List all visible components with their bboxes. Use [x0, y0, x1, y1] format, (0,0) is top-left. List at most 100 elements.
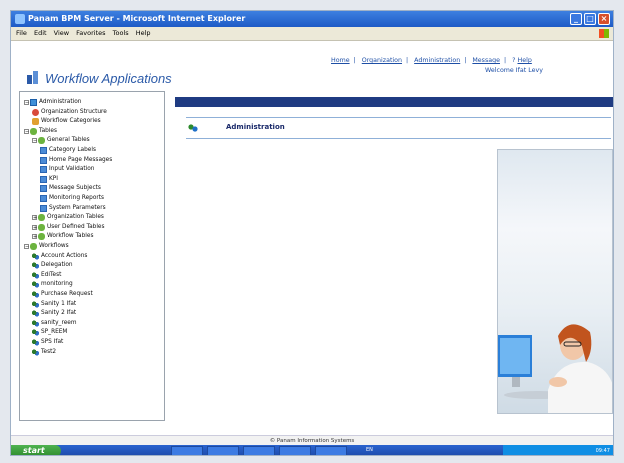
window-title: Panam BPM Server - Microsoft Internet Ex…	[28, 14, 246, 23]
tree-node[interactable]: Message Subjects	[40, 184, 101, 193]
tree-node[interactable]: KPI	[40, 175, 58, 184]
tree-node[interactable]: SPS Ifat	[32, 338, 63, 347]
tree-node[interactable]: − Tables	[24, 127, 57, 136]
menu-tools[interactable]: Tools	[113, 29, 129, 37]
menu-help[interactable]: Help	[136, 29, 151, 37]
woman-with-monitor-image	[498, 324, 612, 413]
tree-node-label: Delegation	[41, 262, 73, 269]
tree-node[interactable]: sanity_reem	[32, 319, 77, 328]
app-name: Workflow Applications	[45, 71, 172, 86]
folder-icon	[30, 127, 37, 135]
tree-node[interactable]: Test2	[32, 348, 56, 357]
home-link[interactable]: Home	[331, 57, 350, 64]
organization-link[interactable]: Organization	[362, 57, 402, 64]
folder-icon	[38, 214, 45, 222]
tree-node-label: Sanity 1 Ifat	[41, 300, 77, 307]
workflow-icon	[32, 300, 39, 308]
tree-node[interactable]: System Parameters	[40, 204, 106, 213]
section-title: Administration	[226, 123, 285, 131]
taskbar-item[interactable]	[207, 446, 239, 455]
tree-node[interactable]: Category Labels	[40, 146, 96, 155]
administration-link[interactable]: Administration	[414, 57, 460, 64]
tree-node-label: Account Actions	[41, 252, 88, 259]
clock: 09:47	[595, 448, 610, 454]
tree-node[interactable]: + User Defined Tables	[32, 223, 105, 232]
workflow-icon	[32, 271, 39, 279]
tree-node[interactable]: + Workflow Tables	[32, 232, 93, 241]
header-bar	[175, 97, 613, 107]
help-icon: ?	[512, 57, 516, 64]
tree-node[interactable]: − General Tables	[32, 136, 90, 145]
tree-node[interactable]: − Administration	[24, 98, 81, 107]
start-button[interactable]: start	[11, 445, 61, 455]
tree-node-label: Tables	[39, 127, 58, 134]
workflow-icon	[32, 339, 39, 346]
taskbar-item[interactable]	[243, 446, 275, 455]
taskbar-item[interactable]	[315, 446, 347, 455]
tree-node[interactable]: Purchase Request	[32, 290, 93, 299]
menu-edit[interactable]: Edit	[34, 29, 47, 37]
expand-icon[interactable]: +	[32, 234, 37, 240]
tree-node[interactable]: + Organization Tables	[32, 213, 104, 222]
tree-node[interactable]: SP_REEM	[32, 328, 67, 337]
maximize-button[interactable]: □	[584, 13, 596, 25]
tree-node[interactable]: Home Page Messages	[40, 156, 112, 165]
language-indicator[interactable]: EN	[363, 446, 385, 455]
tree-node[interactable]: EdiTest	[32, 271, 61, 280]
tree-node[interactable]: Sanity 2 Ifat	[32, 309, 76, 318]
system-tray: 09:47	[503, 445, 613, 455]
tree-node-label: KPI	[49, 175, 59, 182]
tree-node-label: Input Validation	[49, 166, 95, 173]
tree-node[interactable]: Delegation	[32, 261, 73, 270]
folder-icon	[30, 243, 37, 250]
tree-node-label: General Tables	[47, 137, 90, 144]
tree-node-label: Administration	[39, 99, 82, 105]
tree-node-label: User Defined Tables	[47, 223, 105, 230]
tree-node-label: Home Page Messages	[49, 156, 113, 163]
menu-favorites[interactable]: Favorites	[76, 29, 105, 37]
minimize-button[interactable]: _	[570, 13, 582, 25]
table-icon	[40, 185, 47, 193]
menu-file[interactable]: File	[16, 29, 27, 37]
window-controls: _ □ ×	[570, 13, 610, 25]
menu-view[interactable]: View	[54, 29, 69, 37]
workflow-icon	[32, 329, 39, 337]
tree-node-label: Purchase Request	[41, 291, 93, 297]
collapse-icon[interactable]: −	[24, 128, 29, 134]
database-icon	[30, 99, 37, 106]
taskbar-item[interactable]	[279, 446, 311, 455]
message-link[interactable]: Message	[472, 57, 500, 64]
tree-node-label: System Parameters	[49, 204, 106, 211]
collapse-icon[interactable]: −	[32, 138, 37, 144]
workflow-icon	[32, 252, 39, 260]
help-link[interactable]: Help	[517, 57, 531, 64]
collapse-icon[interactable]: −	[24, 244, 29, 250]
tree-node[interactable]: Workflow Categories	[32, 117, 101, 126]
tree-node[interactable]: Account Actions	[32, 252, 87, 261]
top-navigation: Home | Organization | Administration | Mess…	[331, 57, 532, 64]
expand-icon[interactable]: +	[32, 224, 37, 230]
tree-node-label: SP_REEM	[41, 329, 68, 336]
folder-icon	[38, 233, 45, 241]
collapse-icon[interactable]: −	[24, 100, 29, 106]
menu-bar: File Edit View Favorites Tools Help	[11, 27, 613, 41]
close-button[interactable]: ×	[598, 13, 610, 25]
tree-node-label: Test2	[41, 348, 57, 355]
administration-icon	[188, 124, 198, 132]
tree-node[interactable]: Monitoring Reports	[40, 194, 104, 203]
taskbar-item[interactable]	[171, 446, 203, 455]
workflow-icon	[32, 281, 39, 289]
category-icon	[32, 118, 39, 126]
windows-logo-icon	[599, 29, 609, 38]
title-bar: Panam BPM Server - Microsoft Internet Ex…	[11, 11, 613, 27]
tree-node-label: Message Subjects	[49, 185, 101, 192]
expand-icon[interactable]: +	[32, 215, 37, 221]
workflow-icon	[32, 348, 39, 356]
tree-node[interactable]: − Workflows	[24, 242, 69, 251]
tree-node[interactable]: Input Validation	[40, 165, 94, 174]
table-icon	[40, 204, 47, 212]
table-icon	[40, 195, 47, 202]
tree-node[interactable]: monitoring	[32, 280, 73, 289]
tree-node[interactable]: Sanity 1 Ifat	[32, 300, 76, 309]
tree-node[interactable]: Organization Structure	[32, 108, 107, 117]
